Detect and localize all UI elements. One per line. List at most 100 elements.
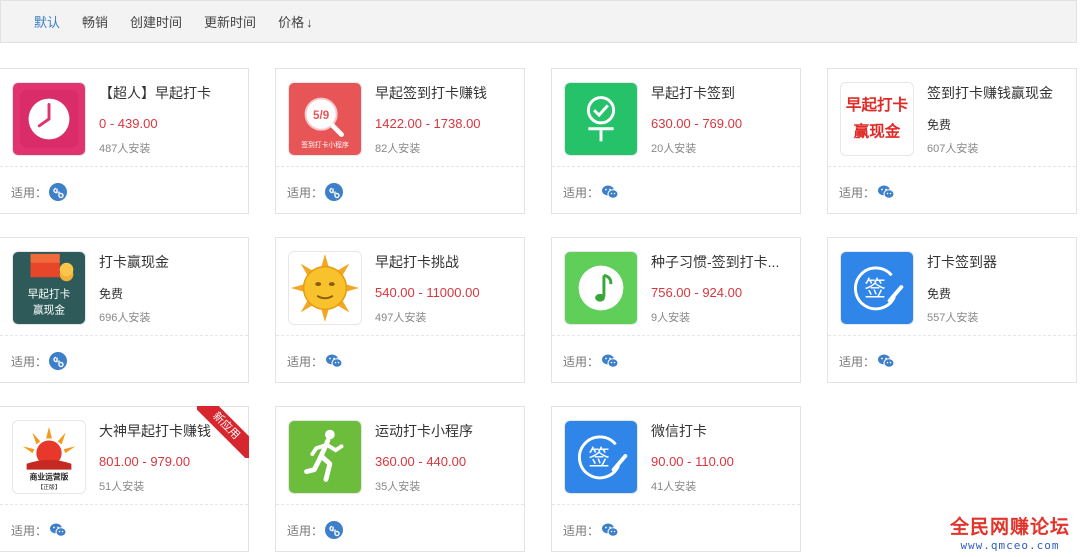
app-card[interactable]: 5/9 签到打卡小程序 早起签到打卡赚钱 1422.00 - 1738.00 82… <box>275 68 525 214</box>
platform-row: 适用： <box>563 183 619 201</box>
sun-icon[interactable] <box>288 251 362 325</box>
wechat-icon <box>49 521 67 539</box>
app-name[interactable]: 早起打卡签到 <box>651 83 791 103</box>
svg-text:签到打卡小程序: 签到打卡小程序 <box>301 140 349 149</box>
new-app-ribbon-label: 新应用 <box>197 406 249 458</box>
app-card[interactable]: 早起打卡赢现金 打卡赢现金 免费 696人安装 适用： <box>0 237 249 383</box>
platform-row: 适用： <box>11 521 67 539</box>
fit-label: 适用： <box>11 185 48 200</box>
install-count: 696人安装 <box>99 312 151 324</box>
platform-row: 适用： <box>839 352 895 370</box>
fit-label: 适用： <box>563 523 600 538</box>
wechat-icon <box>325 352 343 370</box>
text-logo-icon[interactable]: 早起打卡 赢现金 <box>840 82 914 156</box>
install-count: 487人安装 <box>99 143 151 155</box>
app-card[interactable]: 早起打卡 赢现金 签到打卡赚钱赢现金 免费 607人安装 适用： <box>827 68 1077 214</box>
app-name[interactable]: 打卡赢现金 <box>99 252 239 272</box>
fit-label: 适用： <box>11 523 48 538</box>
platform-row: 适用： <box>563 521 619 539</box>
sunrise-logo-icon[interactable]: 商业运营版 【正版】 <box>12 420 86 494</box>
install-count: 20人安装 <box>651 143 697 155</box>
divider <box>0 504 248 505</box>
fit-label: 适用： <box>11 354 48 369</box>
app-price: 90.00 - 110.00 <box>651 454 734 469</box>
wechat-icon <box>877 352 895 370</box>
svg-text:早起打卡: 早起打卡 <box>28 288 71 301</box>
divider <box>552 335 800 336</box>
install-count: 51人安装 <box>99 481 145 493</box>
sign-seal-icon[interactable]: 签 <box>840 251 914 325</box>
divider <box>0 335 248 336</box>
check-person-icon[interactable] <box>564 82 638 156</box>
app-card[interactable]: 早起打卡挑战 540.00 - 11000.00 497人安装 适用： <box>275 237 525 383</box>
app-card[interactable]: 种子习惯-签到打卡... 756.00 - 924.00 9人安装 适用： <box>551 237 801 383</box>
calendar-search-icon[interactable]: 5/9 签到打卡小程序 <box>288 82 362 156</box>
platform-row: 适用： <box>287 352 343 370</box>
sort-updated-time[interactable]: 更新时间 <box>204 12 256 31</box>
app-name[interactable]: 早起签到打卡赚钱 <box>375 83 515 103</box>
install-count: 557人安装 <box>927 312 979 324</box>
divider <box>276 504 524 505</box>
wechat-icon <box>601 352 619 370</box>
sort-price-label: 价格 <box>278 15 305 30</box>
svg-text:赢现金: 赢现金 <box>854 122 901 141</box>
sort-bar: 默认 畅销 创建时间 更新时间 价格 ↓ <box>0 0 1077 43</box>
app-name[interactable]: 打卡签到器 <box>927 252 1067 272</box>
divider <box>552 504 800 505</box>
wechat-icon <box>601 521 619 539</box>
watermark-title: 全民网赚论坛 <box>949 517 1070 538</box>
app-name[interactable]: 种子习惯-签到打卡... <box>651 252 791 272</box>
svg-text:【正版】: 【正版】 <box>37 483 60 491</box>
sort-bestselling[interactable]: 畅销 <box>82 12 108 31</box>
svg-text:商业运营版: 商业运营版 <box>30 471 69 481</box>
svg-text:赢现金: 赢现金 <box>33 303 65 316</box>
sort-default[interactable]: 默认 <box>34 12 60 31</box>
app-card[interactable]: 【超人】早起打卡 0 - 439.00 487人安装 适用： <box>0 68 249 214</box>
svg-text:5/9: 5/9 <box>313 109 330 122</box>
fit-label: 适用： <box>287 354 324 369</box>
app-name[interactable]: 运动打卡小程序 <box>375 421 515 441</box>
mini-program-icon <box>49 183 68 201</box>
app-card[interactable]: 运动打卡小程序 360.00 - 440.00 35人安装 适用： <box>275 406 525 552</box>
divider <box>828 166 1076 167</box>
app-name[interactable]: 【超人】早起打卡 <box>99 83 239 103</box>
platform-row: 适用： <box>287 521 344 539</box>
music-note-icon[interactable] <box>564 251 638 325</box>
divider <box>828 335 1076 336</box>
app-price: 0 - 439.00 <box>99 116 158 131</box>
runner-icon[interactable] <box>288 420 362 494</box>
fit-label: 适用： <box>563 185 600 200</box>
app-card[interactable]: 签 微信打卡 90.00 - 110.00 41人安装 适用： <box>551 406 801 552</box>
fit-label: 适用： <box>839 354 876 369</box>
app-price: 免费 <box>99 287 124 301</box>
mini-program-icon <box>325 521 344 539</box>
app-card[interactable]: 早起打卡签到 630.00 - 769.00 20人安装 适用： <box>551 68 801 214</box>
app-price: 630.00 - 769.00 <box>651 116 743 131</box>
sign-seal-icon[interactable]: 签 <box>564 420 638 494</box>
app-price: 免费 <box>927 118 952 132</box>
svg-text:早起打卡: 早起打卡 <box>846 95 909 114</box>
divider <box>276 166 524 167</box>
fit-label: 适用： <box>287 523 324 538</box>
svg-text:签: 签 <box>864 277 885 302</box>
install-count: 497人安装 <box>375 312 427 324</box>
divider <box>552 166 800 167</box>
wechat-icon <box>877 183 895 201</box>
app-card[interactable]: 商业运营版 【正版】 大神早起打卡赚钱 801.00 - 979.00 51人安装… <box>0 406 249 552</box>
app-name[interactable]: 微信打卡 <box>651 421 791 441</box>
mini-program-icon <box>325 183 344 201</box>
sort-price[interactable]: 价格 ↓ <box>278 12 313 31</box>
app-name[interactable]: 签到打卡赚钱赢现金 <box>927 83 1067 103</box>
platform-row: 适用： <box>11 352 68 370</box>
fit-label: 适用： <box>287 185 324 200</box>
app-name[interactable]: 早起打卡挑战 <box>375 252 515 272</box>
fit-label: 适用： <box>563 354 600 369</box>
sort-created-time[interactable]: 创建时间 <box>130 12 182 31</box>
divider <box>0 166 248 167</box>
app-card[interactable]: 签 打卡签到器 免费 557人安装 适用： <box>827 237 1077 383</box>
red-envelope-icon[interactable]: 早起打卡 赢现金 <box>12 251 86 325</box>
wechat-icon <box>601 183 619 201</box>
clock-icon[interactable] <box>12 82 86 156</box>
platform-row: 适用： <box>287 183 344 201</box>
platform-row: 适用： <box>563 352 619 370</box>
